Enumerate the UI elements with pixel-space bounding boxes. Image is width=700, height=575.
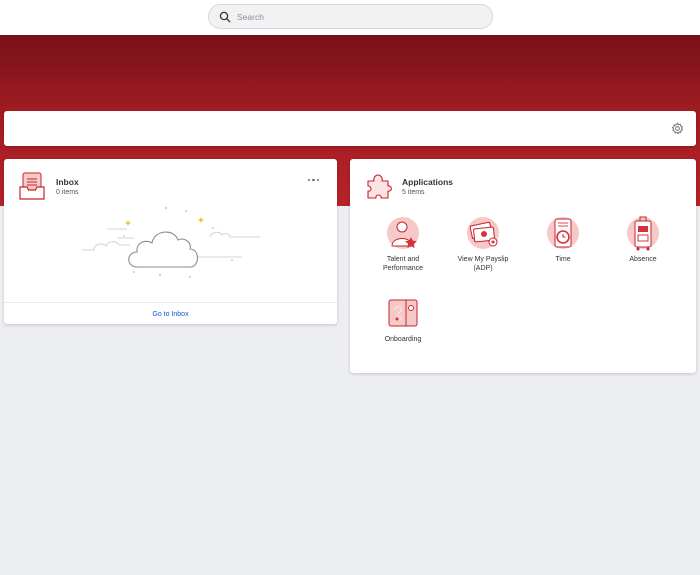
- empty-cloud-illustration: [82, 207, 260, 278]
- time-icon: [547, 217, 579, 249]
- app-talent-and-performance[interactable]: Talent and Performance: [368, 216, 438, 273]
- app-label: Absence: [629, 256, 657, 263]
- payslip-icon: [467, 217, 499, 249]
- talent-icon: [387, 217, 419, 249]
- applications-card: Applications 5 items Talent and Performa…: [350, 159, 696, 373]
- puzzle-icon: [367, 174, 392, 199]
- absence-icon: [627, 216, 659, 251]
- inbox-count: 0 items: [56, 189, 79, 196]
- inbox-title: Inbox: [56, 177, 79, 187]
- search-icon: [219, 11, 231, 23]
- search-bar[interactable]: [208, 4, 493, 29]
- more-options-button[interactable]: [308, 176, 322, 184]
- search-input[interactable]: [237, 5, 477, 28]
- app-view-my-payslip[interactable]: View My Payslip (ADP): [448, 216, 518, 273]
- inbox-card: Inbox 0 items Go to Inbox: [4, 159, 337, 324]
- gear-icon[interactable]: [671, 122, 684, 135]
- app-label: Onboarding: [384, 336, 422, 343]
- inbox-footer: Go to Inbox: [4, 302, 337, 324]
- app-label: View My Payslip (ADP): [457, 256, 509, 272]
- go-to-inbox-link[interactable]: Go to Inbox: [152, 311, 188, 318]
- app-label: Time: [555, 256, 571, 263]
- app-absence[interactable]: Absence: [608, 216, 678, 265]
- inbox-tray-icon: [19, 172, 45, 200]
- app-time[interactable]: Time: [528, 216, 598, 265]
- onboarding-icon: [388, 299, 418, 327]
- applications-count: 5 items: [402, 189, 425, 196]
- applications-title: Applications: [402, 177, 454, 187]
- announcement-bar: [4, 111, 696, 146]
- app-onboarding[interactable]: Onboarding: [368, 296, 438, 345]
- app-label: Talent and Performance: [382, 256, 424, 272]
- top-bar: [0, 0, 700, 35]
